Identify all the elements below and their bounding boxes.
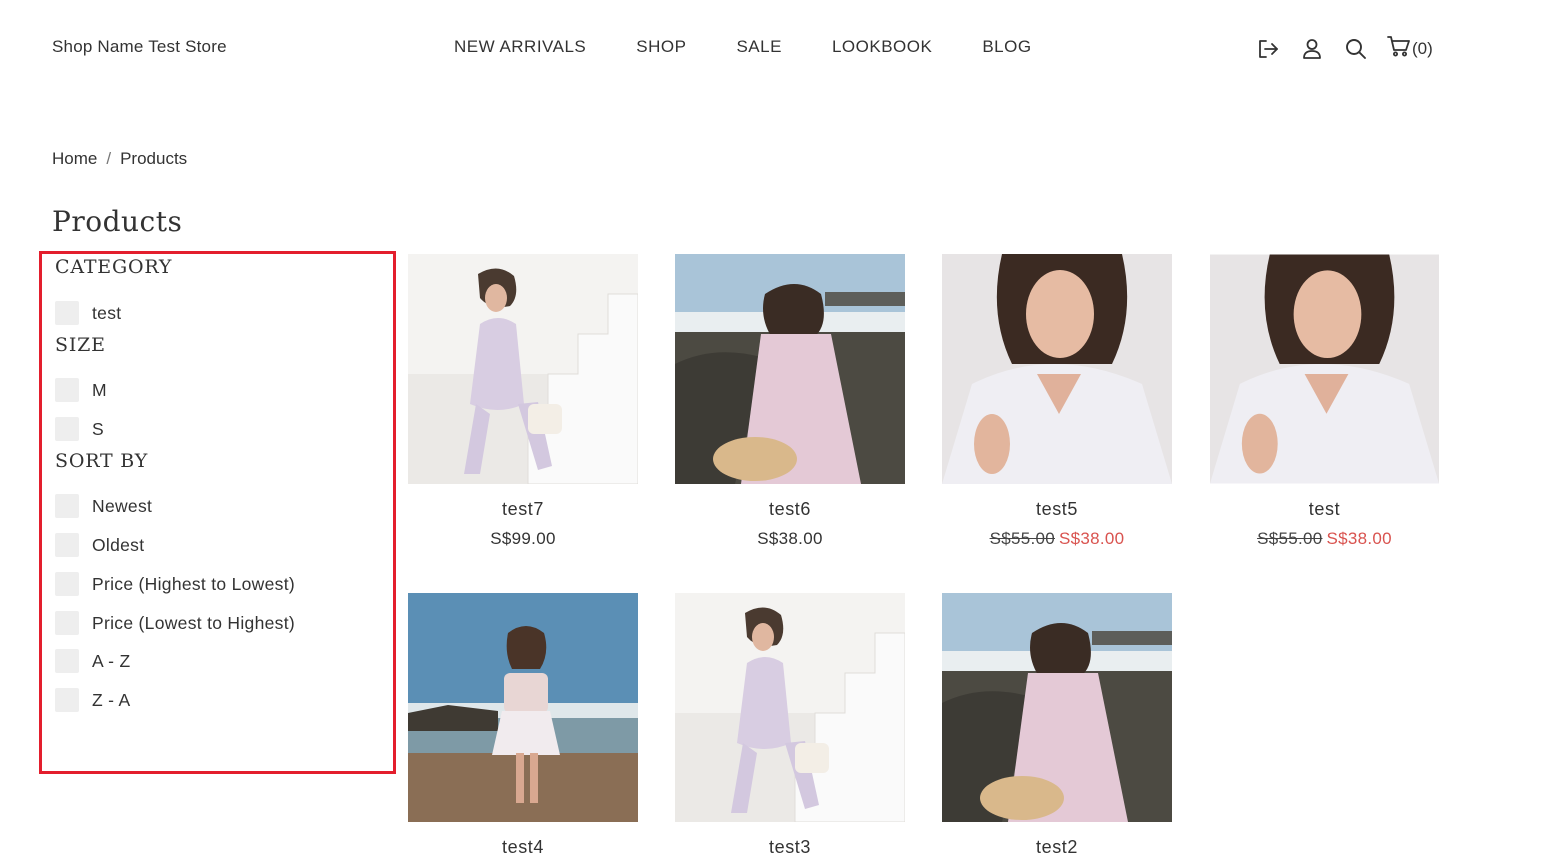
checkbox[interactable]: [55, 688, 79, 712]
product-name[interactable]: test5: [942, 499, 1172, 520]
search-icon[interactable]: [1343, 36, 1369, 62]
page-title: Products: [52, 205, 183, 238]
option-label: Newest: [92, 495, 153, 516]
filters-panel: CATEGORY test SIZE M S SORT BY Newest Ol…: [39, 251, 396, 774]
nav-shop[interactable]: SHOP: [636, 37, 686, 57]
option-label: test: [92, 302, 122, 323]
breadcrumb-current: Products: [120, 149, 188, 168]
sort-option-price-high-low[interactable]: Price (Highest to Lowest): [55, 572, 295, 596]
product-image[interactable]: [675, 593, 905, 822]
nav-lookbook[interactable]: LOOKBOOK: [832, 37, 932, 57]
product-card[interactable]: test4: [408, 593, 638, 858]
original-price: S$55.00: [1257, 529, 1323, 548]
checkbox[interactable]: [55, 649, 79, 673]
checkbox[interactable]: [55, 494, 79, 518]
header-icons: (0): [1255, 35, 1433, 62]
nav-blog[interactable]: BLOG: [982, 37, 1031, 57]
checkbox[interactable]: [55, 417, 79, 441]
price: S$38.00: [757, 529, 823, 548]
checkbox[interactable]: [55, 611, 79, 635]
sort-option-z-a[interactable]: Z - A: [55, 688, 130, 712]
category-heading: CATEGORY: [55, 256, 173, 278]
product-price: S$38.00: [675, 529, 905, 549]
breadcrumb: Home / Products: [52, 149, 187, 169]
product-name[interactable]: test6: [675, 499, 905, 520]
product-card[interactable]: test S$55.00 S$38.00: [1210, 254, 1439, 549]
sort-option-price-low-high[interactable]: Price (Lowest to Highest): [55, 611, 295, 635]
category-option-test[interactable]: test: [55, 301, 121, 325]
breadcrumb-separator: /: [106, 149, 112, 168]
product-price: S$99.00: [408, 529, 638, 549]
option-label: M: [92, 379, 107, 400]
product-card[interactable]: test6 S$38.00: [675, 254, 905, 549]
cart-icon: [1387, 35, 1411, 62]
checkbox[interactable]: [55, 378, 79, 402]
option-label: A - Z: [92, 650, 131, 671]
checkbox[interactable]: [55, 533, 79, 557]
sort-heading: SORT BY: [55, 450, 149, 472]
option-label: Price (Lowest to Highest): [92, 612, 295, 633]
sort-option-a-z[interactable]: A - Z: [55, 649, 130, 673]
product-card[interactable]: test2: [942, 593, 1172, 858]
user-icon[interactable]: [1299, 36, 1325, 62]
nav-new-arrivals[interactable]: NEW ARRIVALS: [454, 37, 586, 57]
store-name-link[interactable]: Shop Name Test Store: [52, 37, 227, 57]
product-image[interactable]: [942, 593, 1172, 822]
main-nav: NEW ARRIVALS SHOP SALE LOOKBOOK BLOG: [454, 37, 1032, 57]
sale-price: S$38.00: [1326, 529, 1392, 548]
option-label: S: [92, 418, 104, 439]
sort-option-oldest[interactable]: Oldest: [55, 533, 144, 557]
product-image[interactable]: [675, 254, 905, 484]
product-image[interactable]: [1210, 254, 1439, 484]
site-header: Shop Name Test Store NEW ARRIVALS SHOP S…: [0, 0, 1556, 95]
product-image[interactable]: [408, 593, 638, 822]
product-price: S$55.00 S$38.00: [1210, 529, 1439, 549]
product-name[interactable]: test7: [408, 499, 638, 520]
breadcrumb-home[interactable]: Home: [52, 149, 97, 168]
original-price: S$55.00: [989, 529, 1055, 548]
sale-price: S$38.00: [1059, 529, 1125, 548]
product-card[interactable]: test3: [675, 593, 905, 858]
nav-sale[interactable]: SALE: [736, 37, 781, 57]
product-image[interactable]: [408, 254, 638, 484]
option-label: Price (Highest to Lowest): [92, 573, 295, 594]
size-option-m[interactable]: M: [55, 378, 107, 402]
checkbox[interactable]: [55, 572, 79, 596]
product-image[interactable]: [942, 254, 1172, 484]
product-name[interactable]: test: [1210, 499, 1439, 520]
cart-count: (0): [1412, 38, 1433, 58]
size-heading: SIZE: [55, 334, 106, 356]
sort-option-newest[interactable]: Newest: [55, 494, 152, 518]
option-label: Z - A: [92, 689, 131, 710]
option-label: Oldest: [92, 534, 145, 555]
product-price: S$55.00 S$38.00: [942, 529, 1172, 549]
price: S$99.00: [490, 529, 556, 548]
checkbox[interactable]: [55, 301, 79, 325]
logout-icon[interactable]: [1255, 36, 1281, 62]
product-card[interactable]: test5 S$55.00 S$38.00: [942, 254, 1172, 549]
size-option-s[interactable]: S: [55, 417, 104, 441]
product-card[interactable]: test7 S$99.00: [408, 254, 638, 549]
cart-button[interactable]: (0): [1387, 35, 1433, 62]
